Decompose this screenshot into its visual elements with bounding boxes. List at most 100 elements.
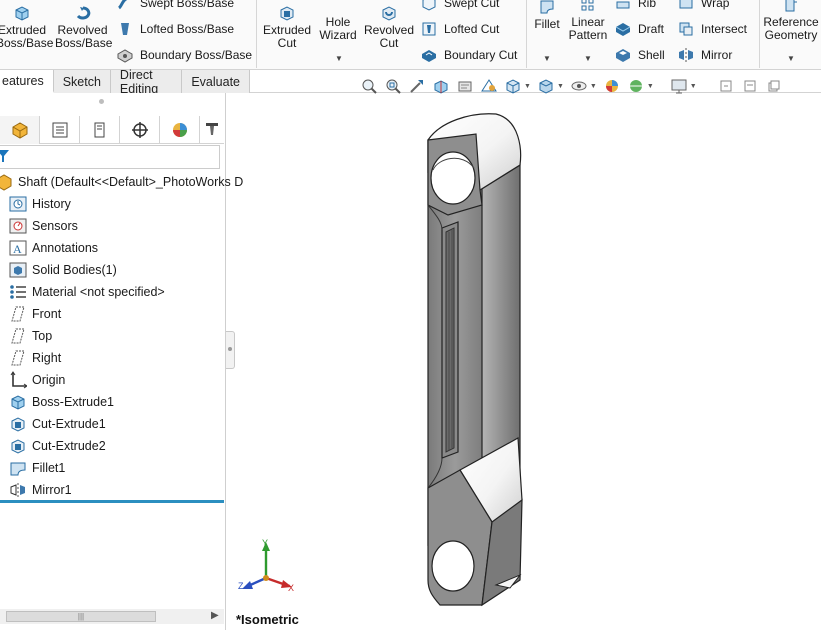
intersect-button[interactable]: Intersect <box>677 20 747 38</box>
linear-pattern-button[interactable]: Linear Pattern ▼ <box>566 0 610 63</box>
section-view-icon[interactable] <box>432 77 450 95</box>
minimize-window-icon[interactable] <box>717 77 735 95</box>
reference-geometry-dropdown-icon[interactable]: ▼ <box>787 52 795 65</box>
view-settings-dropdown-icon[interactable]: ▼ <box>690 83 697 90</box>
tab-feature-manager[interactable] <box>0 116 40 144</box>
rib-button[interactable]: Rib <box>614 0 656 12</box>
scrollbar-thumb[interactable]: ||| <box>6 611 156 622</box>
restore-window-icon[interactable] <box>741 77 759 95</box>
boundary-cut-button[interactable]: Boundary Cut <box>420 46 517 64</box>
view-orientation-label: *Isometric <box>236 612 299 627</box>
mirror-icon <box>10 483 25 497</box>
extruded-cut-button[interactable]: Extruded Cut <box>262 4 312 50</box>
hide-show-items-icon[interactable] <box>570 77 588 95</box>
view-orientation-icon[interactable] <box>480 77 498 95</box>
triad-y-label: Y <box>262 538 268 548</box>
hole-wizard-button[interactable]: Hole Wizard ▼ <box>316 0 360 64</box>
zoom-to-fit-icon[interactable] <box>360 77 378 95</box>
wrap-button[interactable]: Wrap <box>677 0 729 12</box>
history-icon <box>9 196 27 212</box>
panel-collapse-handle[interactable] <box>226 331 235 369</box>
tab-cam-manager[interactable] <box>200 116 224 144</box>
revolved-cut-button[interactable]: Revolved Cut <box>364 4 414 50</box>
zoom-to-area-icon[interactable] <box>384 77 402 95</box>
tree-root-part[interactable]: Shaft (Default<<Default>_PhotoWorks D <box>0 171 243 193</box>
edit-appearance-icon[interactable] <box>603 77 621 95</box>
lofted-cut-icon <box>422 22 436 36</box>
lofted-cut-label: Lofted Cut <box>444 22 500 36</box>
view-orientation-dropdown-icon[interactable]: ▼ <box>524 83 531 90</box>
tab-property-manager[interactable] <box>40 116 80 144</box>
maximize-window-icon[interactable] <box>765 77 783 95</box>
tab-dimxpert-manager[interactable] <box>120 116 160 144</box>
boss-extrude-icon <box>11 395 25 410</box>
panel-splitter-grip[interactable] <box>99 99 104 104</box>
lofted-cut-button[interactable]: Lofted Cut <box>420 20 499 38</box>
triad-z-label: Z <box>238 581 244 591</box>
scroll-right-arrow-icon[interactable]: ▶ <box>211 610 219 621</box>
linear-pattern-icon <box>581 0 594 11</box>
revolved-boss-button[interactable]: Revolved Boss/Base <box>55 4 112 50</box>
draft-label: Draft <box>638 22 665 36</box>
tree-item-right-plane[interactable]: Right <box>9 347 61 369</box>
fillet-button[interactable]: Fillet ▼ <box>530 0 564 63</box>
linear-pattern-dropdown-icon[interactable]: ▼ <box>584 52 592 65</box>
tree-item-fillet1[interactable]: Fillet1 <box>9 457 65 479</box>
display-style-dropdown-icon[interactable]: ▼ <box>557 83 564 90</box>
lofted-boss-button[interactable]: Lofted Boss/Base <box>116 20 234 38</box>
wrap-label: Wrap <box>701 0 730 10</box>
tree-item-top-plane[interactable]: Top <box>9 325 52 347</box>
view-cube-icon[interactable] <box>504 77 522 95</box>
tree-item-front-plane[interactable]: Front <box>9 303 61 325</box>
tree-item-boss-extrude1[interactable]: Boss-Extrude1 <box>9 391 114 413</box>
display-style-icon[interactable] <box>537 77 555 95</box>
tab-evaluate[interactable]: Evaluate <box>182 70 250 93</box>
extruded-boss-button[interactable]: Extruded Boss/Base <box>0 4 54 50</box>
hole-wizard-dropdown-icon[interactable]: ▼ <box>335 52 343 65</box>
tab-features[interactable]: eatures <box>0 70 54 93</box>
fillet-icon <box>10 462 26 476</box>
tree-item-label: Cut-Extrude1 <box>32 417 106 431</box>
revolved-cut-label: Revolved Cut <box>364 23 415 50</box>
previous-view-icon[interactable] <box>408 77 426 95</box>
apply-scene-icon[interactable] <box>627 77 645 95</box>
tree-item-sensors[interactable]: Sensors <box>9 215 78 237</box>
tree-item-solid-bodies[interactable]: Solid Bodies(1) <box>9 259 117 281</box>
solid-bodies-icon <box>9 262 27 278</box>
tree-item-material[interactable]: Material <not specified> <box>9 281 165 303</box>
draft-button[interactable]: Draft <box>614 20 664 38</box>
view-settings-icon[interactable] <box>670 77 688 95</box>
tree-item-label: Mirror1 <box>32 483 72 497</box>
dynamic-annotation-icon[interactable] <box>456 77 474 95</box>
tree-item-cut-extrude1[interactable]: Cut-Extrude1 <box>9 413 106 435</box>
tree-item-cut-extrude2[interactable]: Cut-Extrude2 <box>9 435 106 457</box>
tree-item-mirror1[interactable]: Mirror1 <box>9 479 72 501</box>
feature-tree-horizontal-scrollbar[interactable]: ||| ▶ <box>0 609 224 624</box>
swept-cut-button[interactable]: Swept Cut <box>420 0 499 12</box>
tree-item-history[interactable]: History <box>9 193 71 215</box>
connecting-rod-part[interactable] <box>427 113 523 607</box>
tab-configuration-manager[interactable] <box>80 116 120 144</box>
shell-button[interactable]: Shell <box>614 46 665 64</box>
part-icon <box>0 174 12 191</box>
plane-icon <box>11 306 25 322</box>
tab-sketch[interactable]: Sketch <box>53 70 111 93</box>
origin-icon <box>10 371 27 389</box>
tab-direct-editing[interactable]: Direct Editing <box>110 68 183 96</box>
boundary-boss-button[interactable]: Boundary Boss/Base <box>116 46 252 64</box>
mirror-button[interactable]: Mirror <box>677 46 732 64</box>
apply-scene-dropdown-icon[interactable]: ▼ <box>647 83 654 90</box>
feature-tree-filter[interactable] <box>0 145 220 169</box>
tree-item-annotations[interactable]: A Annotations <box>9 237 98 259</box>
extruded-cut-icon <box>280 6 294 21</box>
fillet-dropdown-icon[interactable]: ▼ <box>543 52 551 65</box>
reference-geometry-button[interactable]: Reference Geometry ▼ <box>762 0 820 63</box>
extruded-boss-label: Extruded Boss/Base <box>0 23 54 50</box>
graphics-area[interactable]: Y X Z <box>236 100 821 630</box>
tab-display-manager[interactable] <box>160 116 200 144</box>
hide-show-dropdown-icon[interactable]: ▼ <box>590 83 597 90</box>
rollback-bar[interactable] <box>0 500 224 503</box>
cut-extrude-icon <box>11 439 25 454</box>
swept-boss-button[interactable]: Swept Boss/Base <box>116 0 234 12</box>
tree-item-origin[interactable]: Origin <box>9 369 65 391</box>
